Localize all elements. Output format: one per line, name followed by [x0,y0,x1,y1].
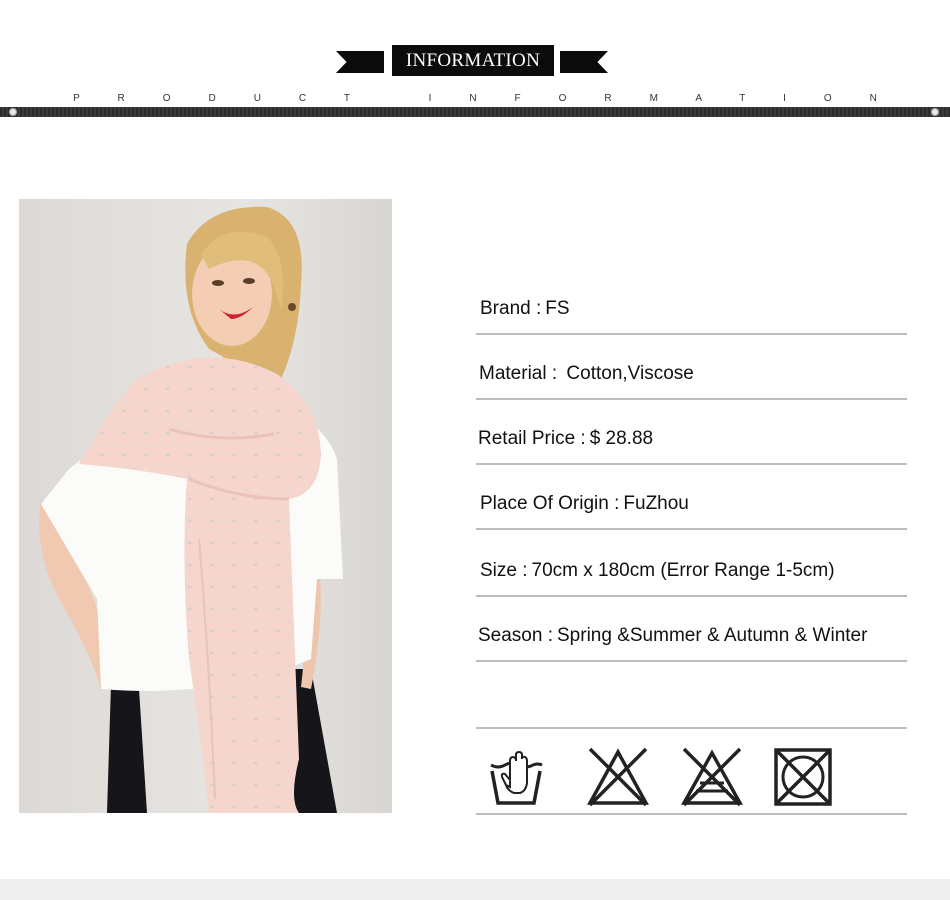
banner-right-ribbon [560,51,608,73]
spec-row-season: Season : Spring &Summer & Autumn & Winter [476,598,907,662]
spec-row-retail-price: Retail Price : $ 28.88 [476,401,907,465]
spec-label: Retail Price : [478,428,586,449]
spec-label: Brand : [480,298,542,319]
spec-value-place-of-origin: FuZhou [623,493,689,514]
spec-row-place-of-origin: Place Of Origin : FuZhou [476,466,907,530]
banner-left-ribbon [336,51,384,73]
spec-label: Size : [480,560,528,581]
do-not-dry-clean-icon [774,748,832,806]
spec-value-size: 70cm x 180cm (Error Range 1-5cm) [531,560,835,581]
spec-row-material: Material : Cotton,Viscose [476,336,907,400]
spec-value-season: Spring &Summer & Autumn & Winter [557,625,868,646]
spec-label: Place Of Origin : [480,493,620,514]
do-not-bleach-icon [587,747,649,807]
footer-band [0,879,950,900]
spec-value-retail-price: $ 28.88 [589,428,654,449]
banner-subtitle: P R O D U C T I N F O R M A T I O N [73,93,895,104]
spec-value-material: Cotton,Viscose [566,363,694,384]
header-divider-bar [0,107,950,117]
do-not-tumble-dry-icon [681,747,743,807]
model-illustration [19,199,392,813]
left-rivet-icon [9,108,17,116]
care-symbols-row [476,727,907,815]
spec-value-brand: FS [545,298,570,319]
banner-title: INFORMATION [392,45,554,76]
spec-row-size: Size :70cm x 180cm (Error Range 1-5cm) [476,533,907,597]
hand-wash-icon [490,750,543,805]
product-photo [19,199,392,813]
right-rivet-icon [931,108,939,116]
product-info-page: INFORMATION P R O D U C T I N F O R M A … [0,0,950,900]
spec-label: Season : [478,625,553,646]
spec-row-brand: Brand : FS [476,271,907,335]
spec-label: Material : [479,363,563,384]
